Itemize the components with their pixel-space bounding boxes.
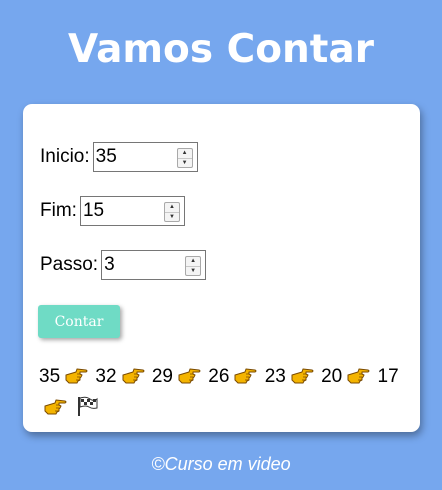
inicio-input-box[interactable]: ▲ ▼ [92, 142, 198, 172]
count-result: 35 32 29 26 23 20 17 [39, 363, 404, 425]
contar-button[interactable]: Contar [38, 305, 120, 338]
spin-down-icon[interactable]: ▼ [177, 157, 192, 168]
footer-credit: ©Curso em video [151, 454, 291, 474]
spin-up-icon[interactable]: ▲ [178, 149, 192, 158]
passo-field: Passo: ▲ ▼ [40, 250, 207, 280]
fim-input[interactable] [80, 200, 161, 222]
spin-down-icon[interactable]: ▼ [186, 265, 201, 276]
inicio-input[interactable] [93, 146, 174, 168]
checkered-flag-icon [76, 396, 98, 425]
pointing-hand-icon [177, 366, 201, 394]
count-number: 35 [39, 366, 61, 387]
spin-up-icon[interactable]: ▲ [165, 203, 179, 212]
pointing-hand-icon [290, 366, 314, 394]
pointing-hand-icon [121, 366, 145, 394]
fim-label: Fim: [40, 200, 77, 221]
inicio-field: Inicio: ▲ ▼ [40, 142, 198, 172]
fim-input-box[interactable]: ▲ ▼ [79, 196, 185, 226]
passo-input-box[interactable]: ▲ ▼ [101, 250, 207, 280]
inicio-spinner[interactable]: ▲ ▼ [176, 148, 193, 168]
page-title: Vamos Contar [68, 27, 374, 72]
counter-card: Inicio: ▲ ▼ Fim: ▲ ▼ Passo: ▲ ▼ [23, 104, 420, 432]
count-number: 32 [95, 366, 117, 387]
fim-spinner[interactable]: ▲ ▼ [163, 202, 180, 222]
pointing-hand-icon [233, 366, 257, 394]
passo-label: Passo: [40, 254, 99, 275]
passo-spinner[interactable]: ▲ ▼ [185, 256, 202, 276]
count-number: 26 [208, 366, 230, 387]
count-number: 20 [321, 366, 343, 387]
pointing-hand-icon [64, 366, 88, 394]
passo-input[interactable] [102, 254, 183, 276]
count-number: 17 [377, 366, 399, 387]
inicio-label: Inicio: [40, 146, 90, 167]
count-number: 29 [151, 366, 173, 387]
pointing-hand-icon [346, 366, 370, 394]
pointing-hand-icon [43, 397, 67, 425]
fim-field: Fim: ▲ ▼ [40, 196, 185, 226]
count-number: 23 [264, 366, 286, 387]
spin-down-icon[interactable]: ▼ [164, 211, 179, 222]
spin-up-icon[interactable]: ▲ [186, 257, 200, 266]
